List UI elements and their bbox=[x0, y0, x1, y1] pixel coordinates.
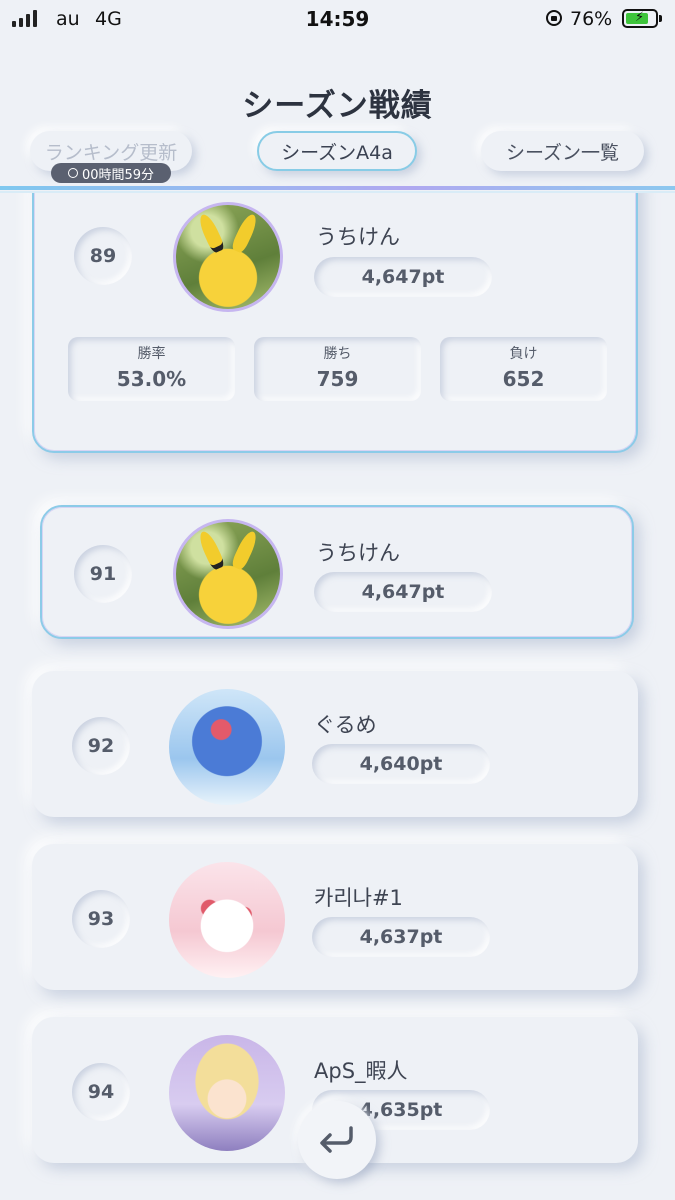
player-name: ぐるめ bbox=[314, 713, 377, 737]
clock-icon bbox=[67, 168, 78, 178]
player-points: 4,640pt bbox=[312, 744, 490, 784]
ranking-row[interactable]: 91 うちけん 4,647pt bbox=[40, 505, 634, 639]
rotation-lock-icon bbox=[546, 10, 562, 26]
battery-icon: ⚡ bbox=[622, 9, 658, 28]
stat-label: 負け bbox=[509, 346, 538, 362]
player-points: 4,637pt bbox=[312, 917, 490, 957]
rank-badge: 89 bbox=[74, 227, 132, 285]
stat-label: 勝率 bbox=[137, 346, 166, 362]
battery-cap bbox=[659, 15, 662, 22]
rank-badge: 91 bbox=[74, 545, 132, 603]
player-name: ApS_暇人 bbox=[314, 1059, 408, 1083]
my-ranking-card[interactable]: 89 うちけん 4,647pt 勝率 53.0% 勝ち 759 負け 652 bbox=[32, 193, 638, 453]
stat-value: 652 bbox=[502, 367, 545, 391]
stat-value: 53.0% bbox=[116, 367, 187, 391]
ranking-row[interactable]: 92 ぐるめ 4,640pt bbox=[32, 671, 638, 817]
status-bar: au 4G 14:59 76% ⚡ bbox=[0, 0, 675, 38]
avatar bbox=[169, 1035, 285, 1151]
stat-win-rate: 勝率 53.0% bbox=[68, 337, 235, 401]
page-title: シーズン戦績 bbox=[242, 88, 433, 124]
avatar bbox=[173, 202, 283, 312]
rank-badge: 93 bbox=[72, 890, 130, 948]
player-name: うちけん bbox=[316, 225, 400, 249]
back-arrow-icon bbox=[320, 1126, 353, 1153]
battery-percent: 76% bbox=[570, 8, 613, 30]
avatar bbox=[169, 862, 285, 978]
stat-label: 勝ち bbox=[323, 346, 352, 362]
season-list-button[interactable]: シーズン一覧 bbox=[481, 131, 644, 171]
stat-value: 759 bbox=[316, 367, 359, 391]
header-divider bbox=[0, 186, 675, 190]
player-points: 4,647pt bbox=[314, 572, 492, 612]
player-name: 카리나#1 bbox=[314, 886, 403, 910]
player-points: 4,647pt bbox=[314, 257, 492, 297]
avatar bbox=[169, 689, 285, 805]
back-button[interactable] bbox=[298, 1101, 376, 1179]
current-season-button[interactable]: シーズンA4a bbox=[257, 131, 417, 171]
avatar bbox=[173, 519, 283, 629]
player-name: うちけん bbox=[316, 541, 400, 565]
rank-badge: 92 bbox=[72, 717, 130, 775]
stat-losses: 負け 652 bbox=[440, 337, 607, 401]
rank-badge: 94 bbox=[72, 1063, 130, 1121]
ranking-row[interactable]: 93 카리나#1 4,637pt bbox=[32, 844, 638, 990]
stat-wins: 勝ち 759 bbox=[254, 337, 421, 401]
ranking-list[interactable]: 89 うちけん 4,647pt 勝率 53.0% 勝ち 759 負け 652 9… bbox=[0, 193, 675, 1200]
update-timer: 00時間59分 bbox=[51, 163, 171, 183]
timer-text: 00時間59分 bbox=[81, 167, 155, 183]
